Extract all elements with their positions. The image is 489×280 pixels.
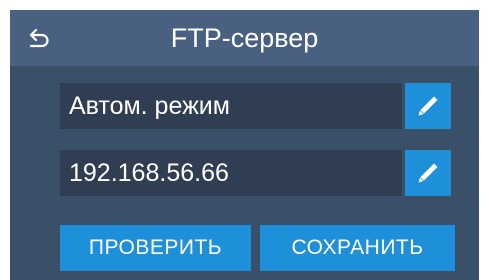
- mode-field[interactable]: Автом. режим: [60, 83, 402, 129]
- pencil-icon: [418, 163, 438, 183]
- pencil-icon: [418, 96, 438, 116]
- header-bar: FTP-сервер: [10, 10, 479, 66]
- check-button[interactable]: ПРОВЕРИТЬ: [60, 225, 251, 271]
- ip-address-field[interactable]: 192.168.56.66: [60, 150, 402, 196]
- ftp-server-screen: FTP-сервер Автом. режим 192.168.56.66 ПР…: [10, 10, 479, 280]
- save-button[interactable]: СОХРАНИТЬ: [260, 225, 455, 271]
- address-field-row: 192.168.56.66: [60, 150, 455, 196]
- mode-field-row: Автом. режим: [60, 83, 455, 129]
- edit-mode-button[interactable]: [405, 83, 451, 129]
- page-title: FTP-сервер: [170, 23, 319, 53]
- edit-address-button[interactable]: [405, 150, 451, 196]
